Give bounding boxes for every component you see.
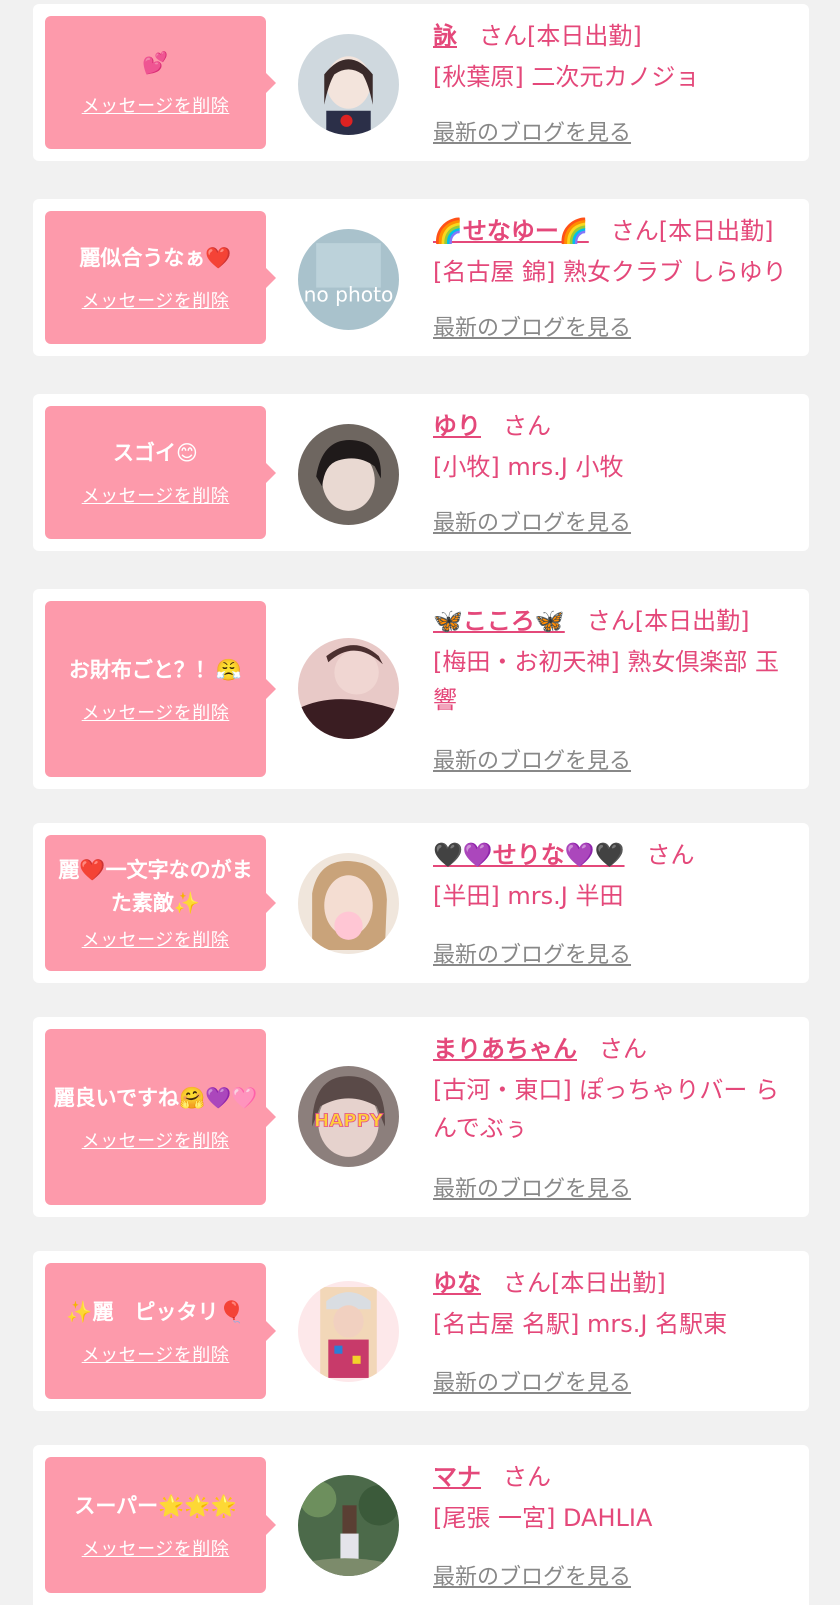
avatar[interactable]: [298, 853, 399, 954]
message-bubble: 麗似合うなぁ❤️ メッセージを削除: [45, 211, 276, 344]
profile-info: ゆり さん [小牧] mrs.J 小牧: [433, 408, 793, 486]
delete-message-link[interactable]: メッセージを削除: [82, 699, 230, 725]
list-item: スーパー🌟🌟🌟 メッセージを削除 マナ さん [尾張 一宮] DAHLIA 最新の…: [33, 1445, 809, 1605]
profile-name-link[interactable]: ゆり: [433, 412, 481, 440]
avatar[interactable]: [298, 34, 399, 135]
message-text: ✨麗 ピッタリ🎈: [66, 1299, 245, 1324]
message-bubble: 💕 メッセージを削除: [45, 16, 276, 149]
happy-sticker-text: HAPPY: [314, 1111, 384, 1132]
avatar-no-photo-icon: no photo: [298, 229, 399, 330]
message-text: スゴイ😊: [113, 441, 198, 465]
delete-message-link[interactable]: メッセージを削除: [82, 1127, 230, 1153]
message-text: スーパー🌟🌟🌟: [74, 1493, 237, 1518]
list-item: お財布ごと？！😤 メッセージを削除 🦋こころ🦋 さん[本日出勤] [梅田・お初天神…: [33, 589, 809, 789]
avatar[interactable]: [298, 638, 399, 739]
list-item: 麗❤️一文字なのがまた素敵✨ メッセージを削除 🖤💜せりな💜🖤 さん [半田] m…: [33, 823, 809, 983]
profile-name-link[interactable]: まりあちゃん: [433, 1035, 577, 1063]
view-blog-link[interactable]: 最新のブログを見る: [433, 743, 631, 775]
shop-label: [名古屋 錦] 熟女クラブ しらゆり: [433, 258, 787, 286]
list-item: 麗良いですね🤗💜🩷 メッセージを削除 HAPPY まりあちゃん さん [古河・東口…: [33, 1017, 809, 1217]
delete-message-link[interactable]: メッセージを削除: [82, 92, 230, 118]
shop-label: [名古屋 名駅] mrs.J 名駅東: [433, 1310, 728, 1338]
list-item: ✨麗 ピッタリ🎈 メッセージを削除 ゆな さん[本日出勤] [名古屋 名駅] mr…: [33, 1251, 809, 1411]
delete-message-link[interactable]: メッセージを削除: [82, 482, 230, 508]
message-bubble: ✨麗 ピッタリ🎈 メッセージを削除: [45, 1263, 276, 1399]
view-blog-link[interactable]: 最新のブログを見る: [433, 1559, 631, 1591]
delete-message-link[interactable]: メッセージを削除: [82, 287, 230, 313]
view-blog-link[interactable]: 最新のブログを見る: [433, 1171, 631, 1203]
message-bubble: スーパー🌟🌟🌟 メッセージを削除: [45, 1457, 276, 1593]
avatar-photo-icon: [298, 638, 399, 739]
avatar[interactable]: [298, 1475, 399, 1576]
name-suffix: さん[本日出勤]: [503, 1269, 666, 1297]
shop-label: [秋葉原] 二次元カノジョ: [433, 63, 700, 91]
message-text: 麗良いですね🤗💜🩷: [53, 1085, 258, 1110]
message-bubble: お財布ごと？！😤 メッセージを削除: [45, 601, 276, 777]
view-blog-link[interactable]: 最新のブログを見る: [433, 115, 631, 147]
profile-name-link[interactable]: 🦋こころ🦋: [433, 607, 565, 635]
delete-message-link[interactable]: メッセージを削除: [82, 1535, 230, 1561]
shop-label: [梅田・お初天神] 熟女倶楽部 玉響: [433, 648, 779, 714]
profile-name-link[interactable]: マナ: [433, 1463, 481, 1491]
shop-label: [小牧] mrs.J 小牧: [433, 453, 624, 481]
avatar-photo-icon: HAPPY: [298, 1066, 399, 1167]
avatar[interactable]: [298, 424, 399, 525]
delete-message-link[interactable]: メッセージを削除: [82, 926, 230, 952]
profile-name-link[interactable]: 詠: [433, 22, 457, 50]
message-text: 麗❤️一文字なのがまた素敵✨: [58, 858, 253, 915]
name-suffix: さん: [646, 841, 695, 869]
profile-info: マナ さん [尾張 一宮] DAHLIA: [433, 1459, 793, 1537]
avatar[interactable]: HAPPY: [298, 1066, 399, 1167]
shop-label: [尾張 一宮] DAHLIA: [433, 1504, 653, 1532]
profile-info: 🌈せなゆー🌈 さん[本日出勤] [名古屋 錦] 熟女クラブ しらゆり: [433, 213, 793, 291]
name-suffix: さん[本日出勤]: [586, 607, 750, 635]
avatar-photo-icon: [298, 1475, 399, 1576]
profile-name-link[interactable]: 🌈せなゆー🌈: [433, 217, 589, 245]
message-bubble: スゴイ😊 メッセージを削除: [45, 406, 276, 539]
avatar-photo-icon: [298, 853, 399, 954]
view-blog-link[interactable]: 最新のブログを見る: [433, 310, 631, 342]
delete-message-link[interactable]: メッセージを削除: [82, 1341, 230, 1367]
shop-label: [半田] mrs.J 半田: [433, 882, 624, 910]
avatar[interactable]: [298, 1281, 399, 1382]
list-item: スゴイ😊 メッセージを削除 ゆり さん [小牧] mrs.J 小牧 最新のブログを…: [33, 394, 809, 551]
name-suffix: さん[本日出勤]: [610, 217, 774, 245]
avatar-photo-icon: [298, 1281, 399, 1382]
avatar[interactable]: no photo: [298, 229, 399, 330]
message-bubble: 麗良いですね🤗💜🩷 メッセージを削除: [45, 1029, 276, 1205]
name-suffix: さん: [599, 1035, 647, 1063]
message-bubble: 麗❤️一文字なのがまた素敵✨ メッセージを削除: [45, 835, 276, 971]
shop-label: [古河・東口] ぽっちゃりバー らんでぶぅ: [433, 1076, 779, 1142]
name-suffix: さん: [503, 1463, 551, 1491]
profile-name-link[interactable]: 🖤💜せりな💜🖤: [433, 841, 625, 869]
name-suffix: さん: [503, 412, 551, 440]
no-photo-text: no photo: [304, 283, 394, 307]
profile-info: 🖤💜せりな💜🖤 さん [半田] mrs.J 半田: [433, 837, 793, 915]
list-item: 麗似合うなぁ❤️ メッセージを削除 no photo 🌈せなゆー🌈 さん[本日出勤…: [33, 199, 809, 356]
profile-info: 🦋こころ🦋 さん[本日出勤] [梅田・お初天神] 熟女倶楽部 玉響: [433, 603, 793, 719]
profile-info: まりあちゃん さん [古河・東口] ぽっちゃりバー らんでぶぅ: [433, 1031, 793, 1147]
profile-info: ゆな さん[本日出勤] [名古屋 名駅] mrs.J 名駅東: [433, 1265, 793, 1343]
message-text: お財布ごと？！😤: [68, 657, 243, 682]
view-blog-link[interactable]: 最新のブログを見る: [433, 505, 631, 537]
message-text: 💕: [142, 51, 169, 75]
avatar-photo-icon: [298, 34, 399, 135]
profile-name-link[interactable]: ゆな: [433, 1269, 481, 1297]
avatar-photo-icon: [298, 424, 399, 525]
message-text: 麗似合うなぁ❤️: [79, 246, 232, 270]
view-blog-link[interactable]: 最新のブログを見る: [433, 1365, 631, 1397]
message-list: 💕 メッセージを削除 詠さん[本日出勤] [秋葉原] 二次元カノジョ 最新のブロ…: [0, 0, 840, 1605]
name-suffix: さん[本日出勤]: [479, 22, 642, 50]
profile-info: 詠さん[本日出勤] [秋葉原] 二次元カノジョ: [433, 18, 793, 96]
list-item: 💕 メッセージを削除 詠さん[本日出勤] [秋葉原] 二次元カノジョ 最新のブロ…: [33, 4, 809, 161]
view-blog-link[interactable]: 最新のブログを見る: [433, 937, 631, 969]
